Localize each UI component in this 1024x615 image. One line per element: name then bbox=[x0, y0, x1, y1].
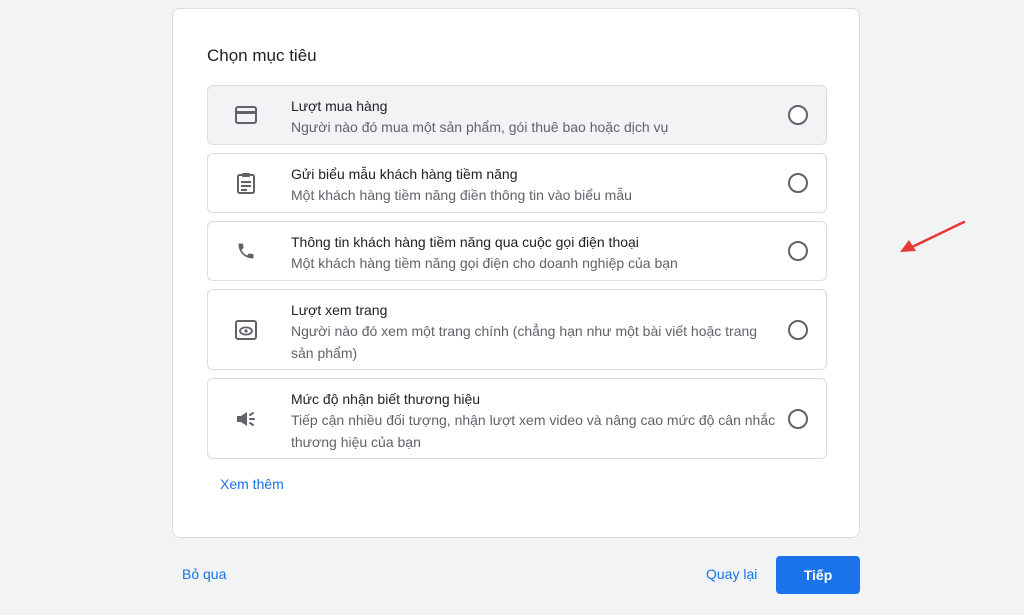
radio-purchase[interactable] bbox=[788, 105, 808, 125]
page-view-icon bbox=[234, 318, 258, 342]
option-description: Tiếp cận nhiều đối tượng, nhận lượt xem … bbox=[291, 412, 776, 450]
option-description: Một khách hàng tiềm năng điền thông tin … bbox=[291, 187, 632, 203]
back-link[interactable]: Quay lại bbox=[706, 566, 757, 582]
radio-lead-form[interactable] bbox=[788, 173, 808, 193]
option-title: Thông tin khách hàng tiềm năng qua cuộc … bbox=[291, 234, 639, 250]
option-description: Người nào đó mua một sản phẩm, gói thuê … bbox=[291, 119, 669, 135]
goal-selection-card: Chọn mục tiêu Lượt mua hàng Người nào đó… bbox=[172, 8, 860, 538]
radio-page-view[interactable] bbox=[788, 319, 808, 340]
option-brand-awareness[interactable]: Mức độ nhận biết thương hiệu Tiếp cận nh… bbox=[207, 378, 827, 459]
option-description: Người nào đó xem một trang chính (chẳng … bbox=[291, 323, 758, 361]
option-title: Lượt xem trang bbox=[291, 302, 388, 318]
annotation-arrow-icon bbox=[900, 220, 966, 252]
credit-card-icon bbox=[234, 103, 258, 127]
option-title: Gửi biểu mẫu khách hàng tiềm năng bbox=[291, 166, 518, 182]
card-title: Chọn mục tiêu bbox=[207, 46, 317, 65]
option-phone-call-lead[interactable]: Thông tin khách hàng tiềm năng qua cuộc … bbox=[207, 221, 827, 281]
option-title: Mức độ nhận biết thương hiệu bbox=[291, 391, 481, 407]
see-more-link[interactable]: Xem thêm bbox=[220, 476, 284, 492]
next-button[interactable]: Tiếp bbox=[776, 556, 860, 594]
option-purchase[interactable]: Lượt mua hàng Người nào đó mua một sản p… bbox=[207, 85, 827, 145]
clipboard-form-icon bbox=[234, 171, 258, 195]
radio-brand-awareness[interactable] bbox=[788, 408, 808, 429]
goal-options-list: Lượt mua hàng Người nào đó mua một sản p… bbox=[207, 85, 827, 467]
radio-phone-call-lead[interactable] bbox=[788, 241, 808, 261]
option-page-view[interactable]: Lượt xem trang Người nào đó xem một tran… bbox=[207, 289, 827, 370]
option-title: Lượt mua hàng bbox=[291, 98, 388, 114]
phone-icon bbox=[234, 239, 258, 263]
skip-link[interactable]: Bỏ qua bbox=[182, 566, 226, 582]
megaphone-icon bbox=[234, 407, 258, 431]
option-description: Một khách hàng tiềm năng gọi điện cho do… bbox=[291, 255, 678, 271]
option-lead-form[interactable]: Gửi biểu mẫu khách hàng tiềm năng Một kh… bbox=[207, 153, 827, 213]
